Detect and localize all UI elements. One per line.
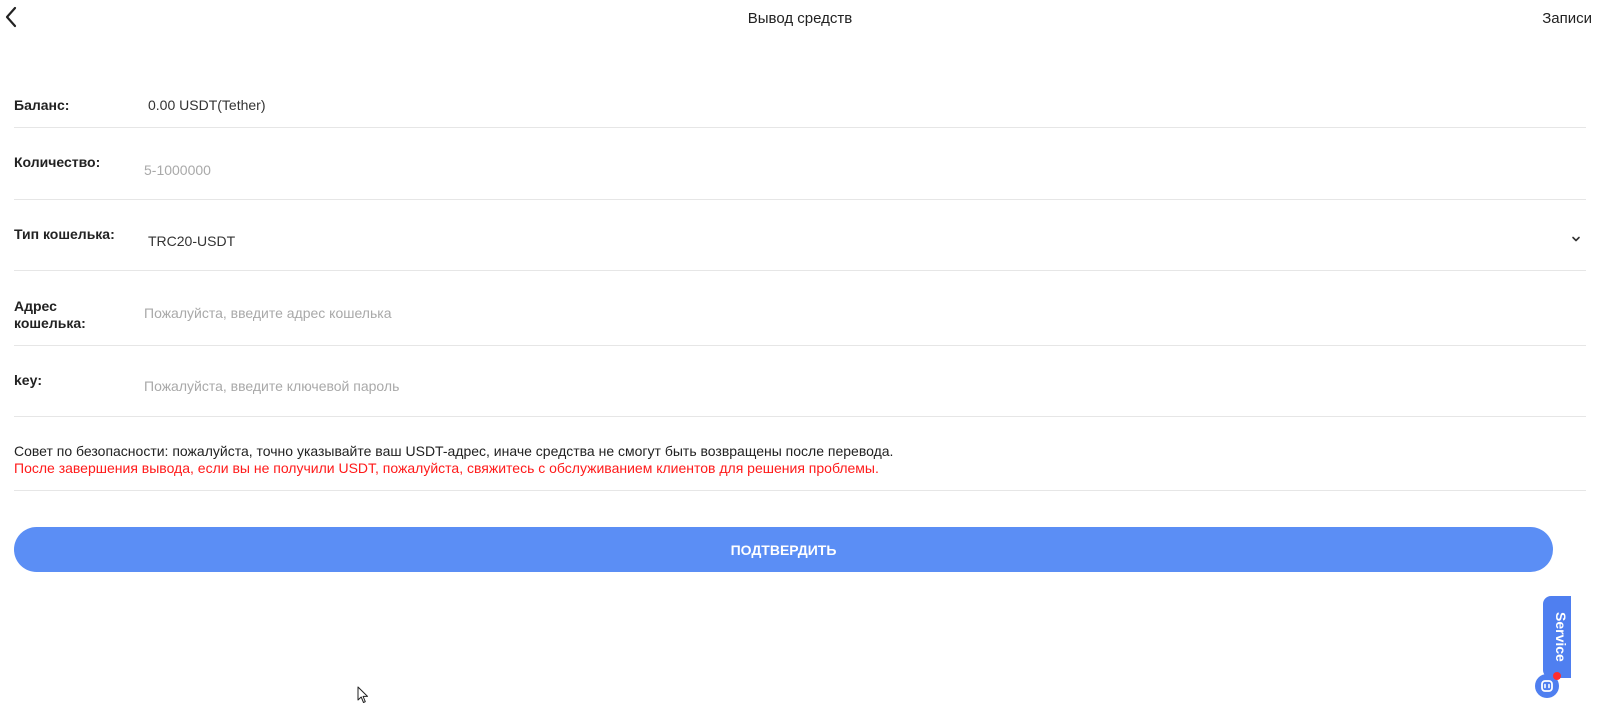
chevron-down-icon (1572, 236, 1580, 242)
key-row: key: (14, 346, 1586, 417)
amount-input[interactable] (144, 160, 1564, 180)
balance-label: Баланс: (14, 97, 70, 113)
support-tip: После завершения вывода, если вы не полу… (14, 460, 879, 476)
security-tip: Совет по безопасности: пожалуйста, точно… (14, 443, 894, 459)
wallet-address-input[interactable] (144, 303, 1564, 323)
records-link[interactable]: Записи (1542, 10, 1592, 27)
withdraw-form: Баланс: 0.00 USDT(Tether) Количество: Ти… (14, 67, 1586, 491)
wallet-type-label: Тип кошелька: (14, 226, 115, 242)
withdraw-page: Вывод средств Записи Баланс: 0.00 USDT(T… (0, 0, 1600, 717)
service-tab[interactable]: Service (1543, 596, 1571, 678)
amount-label: Количество: (14, 154, 101, 170)
service-label: Service (1553, 612, 1569, 662)
wallet-type-value: TRC20-USDT (148, 233, 236, 249)
key-label: key: (14, 372, 43, 388)
amount-row: Количество: (14, 128, 1586, 200)
confirm-button[interactable]: ПОДТВЕРДИТЬ (14, 527, 1553, 572)
wallet-address-row: Адрес кошелька: (14, 271, 1586, 346)
header: Вывод средств Записи (0, 0, 1600, 36)
mouse-cursor-icon (357, 686, 368, 703)
notification-dot (1553, 672, 1561, 680)
balance-row: Баланс: 0.00 USDT(Tether) (14, 67, 1586, 128)
balance-value: 0.00 USDT(Tether) (148, 97, 266, 113)
notice: Совет по безопасности: пожалуйста, точно… (14, 417, 1586, 491)
page-title: Вывод средств (747, 10, 853, 27)
key-input[interactable] (144, 376, 1564, 396)
wallet-type-select[interactable]: Тип кошелька: TRC20-USDT (14, 200, 1586, 271)
wallet-address-label: Адрес кошелька: (14, 298, 86, 331)
